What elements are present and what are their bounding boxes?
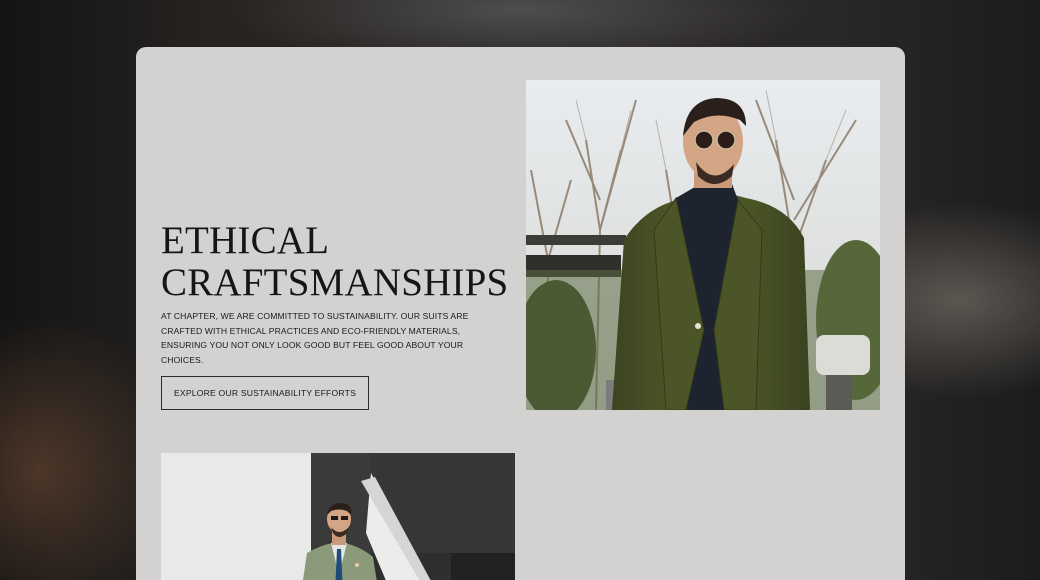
section-heading: ETHICAL CRAFTSMANSHIPS: [161, 220, 531, 304]
hero-photo-illustration: [526, 80, 880, 410]
stairs-photo: [161, 453, 515, 580]
heading-line-1: ETHICAL: [161, 219, 330, 262]
heading-line-2: CRAFTSMANSHIPS: [161, 261, 509, 304]
hero-photo: [526, 80, 880, 410]
explore-sustainability-button[interactable]: EXPLORE OUR SUSTAINABILITY EFFORTS: [161, 376, 369, 410]
section-description: AT CHAPTER, WE ARE COMMITTED TO SUSTAINA…: [161, 311, 469, 365]
content-card: ETHICAL CRAFTSMANSHIPS AT CHAPTER, WE AR…: [136, 47, 905, 580]
stairs-photo-illustration: [161, 453, 515, 580]
